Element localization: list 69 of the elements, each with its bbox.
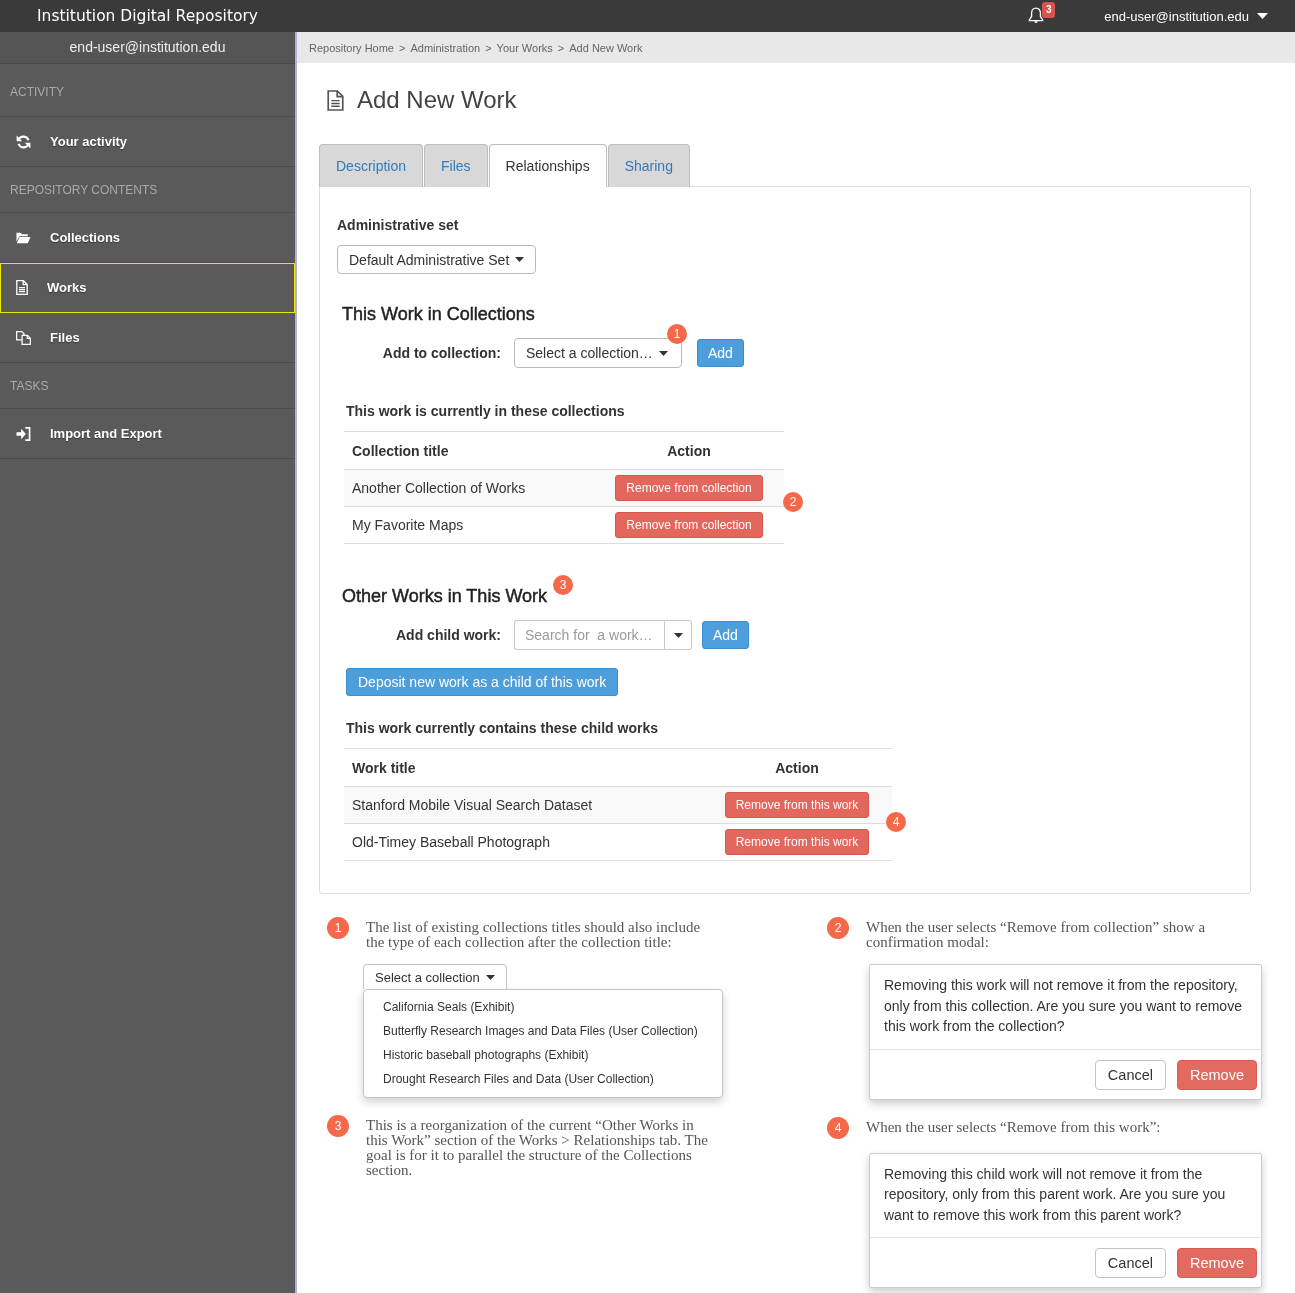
section-heading: ACTIVITY bbox=[0, 64, 295, 117]
caret-icon bbox=[1257, 13, 1268, 19]
collection-select[interactable]: Select a collection bbox=[363, 964, 507, 989]
field-label: Add to collection: bbox=[381, 345, 501, 361]
breadcrumb-link[interactable]: Administration bbox=[410, 41, 481, 54]
annotation-note: The list of existing collections titles should also include the type of each collection after the collection title: bbox=[366, 920, 702, 950]
list-heading: This work currently contains these child works bbox=[345, 719, 659, 738]
breadcrumb-separator: > bbox=[485, 41, 492, 54]
caret-icon bbox=[485, 974, 495, 980]
bell-icon[interactable] bbox=[1028, 7, 1045, 24]
sign-in-icon bbox=[16, 426, 31, 441]
annotation-marker: 3 bbox=[327, 1115, 349, 1137]
menu-item[interactable]: Historic baseball photographs (Exhibit) bbox=[364, 1043, 722, 1067]
menu-item[interactable]: Butterfly Research Images and Data Files (User Collection) bbox=[364, 1019, 722, 1043]
user-menu[interactable]: end-user@institution.edu bbox=[1104, 8, 1268, 24]
table-cell: Another Collection of Works bbox=[344, 469, 594, 507]
breadcrumb-separator: > bbox=[557, 41, 565, 54]
caret-icon bbox=[658, 350, 668, 356]
annotation-note: When the user selects “Remove from collection” show a confirmation modal: bbox=[866, 920, 1207, 950]
table-cell: Stanford Mobile Visual Search Dataset bbox=[344, 786, 702, 824]
cancel-button[interactable]: Cancel bbox=[1094, 1059, 1166, 1090]
admin-set-select[interactable]: Default Administrative Set bbox=[337, 245, 537, 274]
annotation-marker: 4 bbox=[827, 1116, 849, 1139]
annotation-marker: 2 bbox=[783, 492, 803, 512]
document-icon bbox=[16, 280, 28, 295]
collection-select[interactable]: Select a collection… bbox=[514, 338, 682, 368]
breadcrumb-link[interactable]: Your Works bbox=[496, 41, 553, 54]
annotation-note: This is a reorganization of the current “Other Works in this Work” section of the Works > Relationships tab. The goal is for it to parallel the structure of the Collections section. bbox=[366, 1118, 709, 1178]
annotation-marker: 1 bbox=[327, 917, 349, 939]
tab[interactable]: Relationships bbox=[488, 144, 607, 187]
breadcrumb-current: Add New Work bbox=[569, 41, 643, 54]
sidebar-item[interactable]: Collections bbox=[0, 213, 295, 263]
page-title: Add New Work bbox=[357, 86, 517, 114]
section-heading: REPOSITORY CONTENTS bbox=[0, 167, 295, 213]
folder-icon bbox=[16, 230, 31, 245]
menu-item[interactable]: Drought Research Files and Data (User Collection) bbox=[364, 1067, 722, 1091]
section-title: Other Works in This Work bbox=[342, 585, 548, 608]
breadcrumb-separator: > bbox=[399, 41, 406, 54]
caret-icon bbox=[515, 257, 525, 262]
table-cell: Old-Timey Baseball Photograph bbox=[344, 823, 702, 861]
menu-item[interactable]: California Seals (Exhibit) bbox=[364, 995, 722, 1019]
dropdown-toggle[interactable] bbox=[664, 620, 692, 650]
sidebar-item[interactable]: Your activity bbox=[0, 117, 295, 167]
document-icon bbox=[327, 89, 344, 111]
annotation-marker: 4 bbox=[886, 812, 906, 832]
annotation-note: When the user selects “Remove from this work”: bbox=[866, 1119, 1162, 1135]
app-title: Institution Digital Repository bbox=[36, 7, 259, 25]
field-label: Add child work: bbox=[395, 627, 501, 643]
modal-message: Removing this child work will not remove it from the repository, only from this parent work. Are you sure you want to remove this work from this parent work? bbox=[883, 1164, 1227, 1225]
table-cell: My Favorite Maps bbox=[344, 506, 594, 544]
sidebar-item[interactable]: Works bbox=[0, 263, 295, 313]
breadcrumb-link[interactable]: Repository Home bbox=[309, 41, 394, 54]
section-heading: TASKS bbox=[0, 363, 295, 409]
annotation-marker: 2 bbox=[827, 917, 849, 939]
modal-message: Removing this work will not remove it from the repository, only from this collection. Are you sure you want to remove this work from the collection? bbox=[883, 976, 1243, 1036]
notification-badge: 3 bbox=[1042, 2, 1056, 18]
refresh-icon bbox=[16, 134, 31, 149]
list-heading: This work is currently in these collections bbox=[345, 402, 626, 421]
caret-icon bbox=[673, 632, 683, 638]
sidebar-item[interactable]: Files bbox=[0, 313, 295, 363]
files-icon bbox=[16, 330, 31, 345]
field-label: Administrative set bbox=[337, 216, 460, 235]
annotation-marker: 3 bbox=[553, 575, 574, 595]
work-search-field[interactable]: Search for a work… bbox=[514, 620, 664, 650]
section-title: This Work in Collections bbox=[342, 303, 535, 326]
cancel-button[interactable]: Cancel bbox=[1094, 1248, 1166, 1278]
sidebar-item[interactable]: Import and Export bbox=[0, 409, 295, 459]
user-email: end-user@institution.edu bbox=[0, 32, 295, 64]
annotation-marker: 1 bbox=[667, 324, 687, 344]
